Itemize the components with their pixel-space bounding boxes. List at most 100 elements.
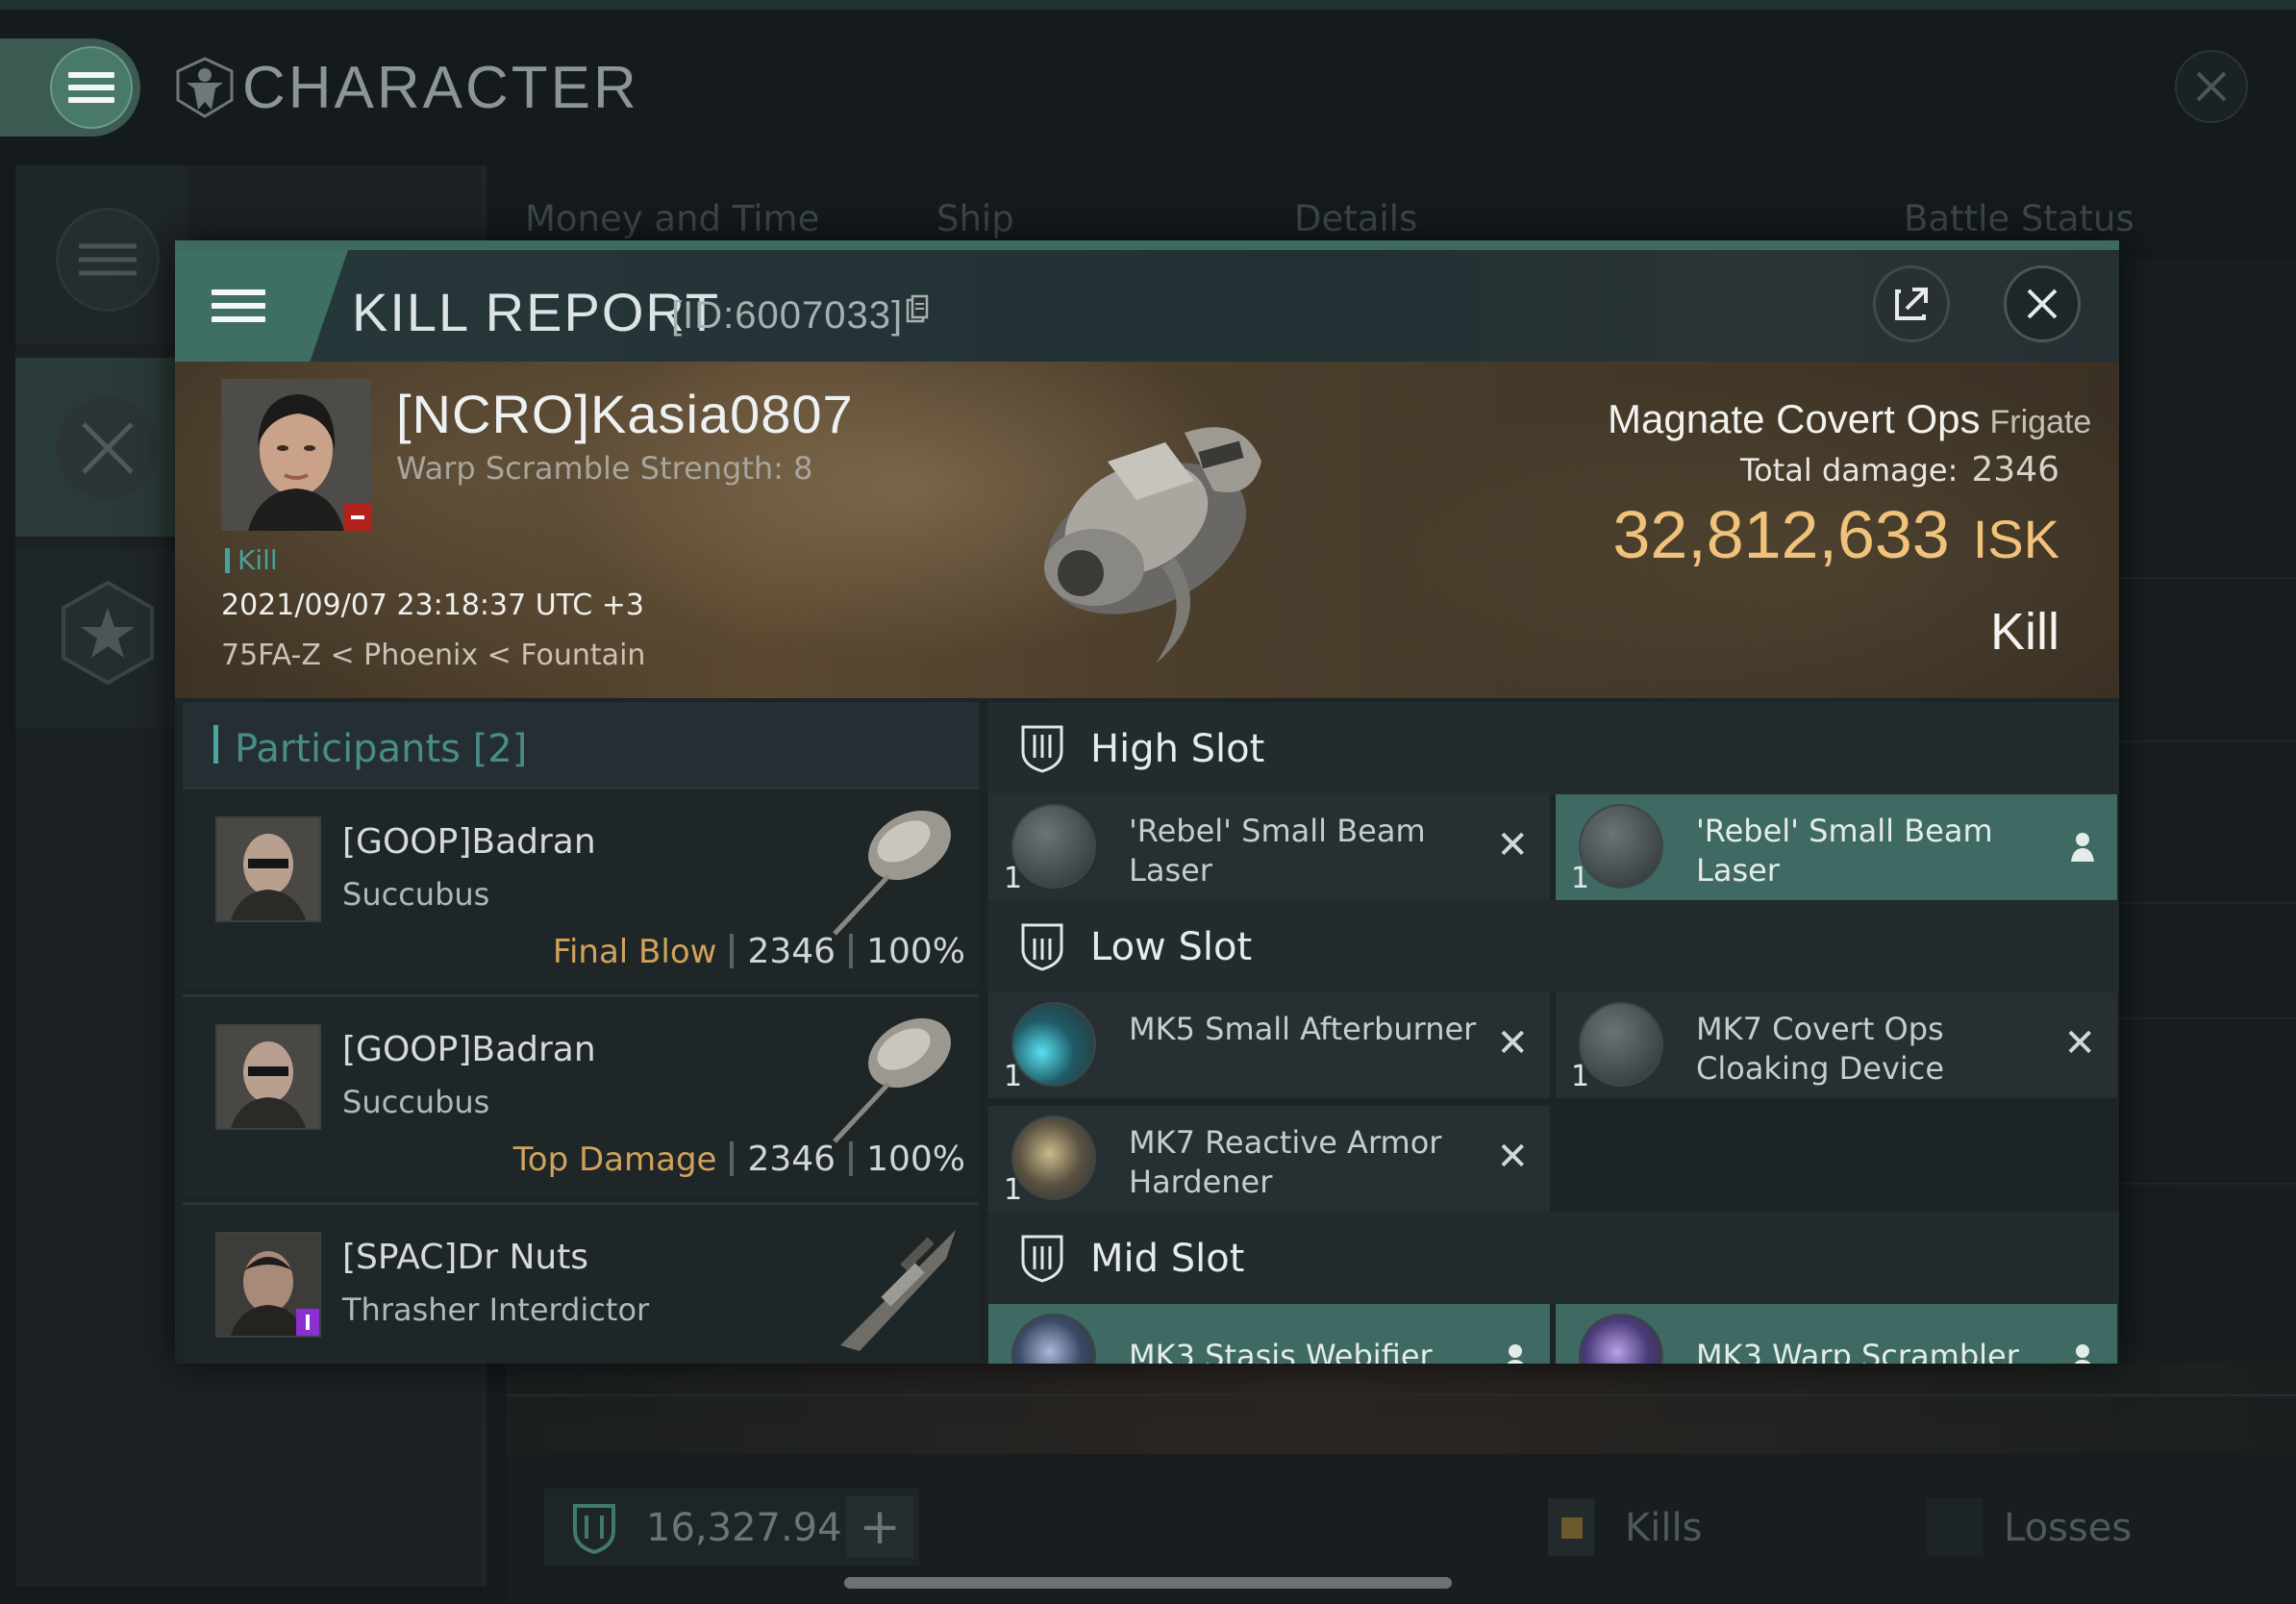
mid-slot-icon — [1021, 1235, 1063, 1283]
window-close-button[interactable] — [2175, 50, 2248, 123]
stasis-webifier-icon — [1011, 1314, 1096, 1364]
module-quantity: 1 — [1004, 862, 1023, 895]
background-ship-strip — [506, 1362, 2296, 1454]
module-row[interactable]: MK3 Warp Scrambler — [1556, 1304, 2117, 1364]
module-row[interactable]: 1 'Rebel' Small Beam Laser ✕ — [988, 794, 1550, 900]
module-name: 'Rebel' Small Beam Laser — [1696, 813, 1993, 889]
low-slot-header: Low Slot — [988, 900, 2119, 992]
list-icon — [56, 208, 160, 312]
module-name: MK5 Small Afterburner — [1129, 1011, 1477, 1047]
kills-label: Kills — [1625, 1506, 1703, 1550]
participant-row[interactable]: [SPAC]Dr Nuts Thrasher Interdictor — [183, 1202, 979, 1364]
sidebar-item-menu[interactable] — [15, 165, 188, 344]
share-icon — [1895, 288, 1928, 320]
thrasher-ship-icon — [840, 1230, 956, 1351]
cloaking-device-icon — [1579, 1002, 1663, 1087]
horizontal-scrollbar[interactable] — [844, 1577, 1452, 1589]
crossed-swords-icon — [56, 396, 160, 500]
warp-scrambler-icon — [1579, 1314, 1663, 1364]
window-title: CHARACTER — [242, 55, 639, 121]
security-status-badge — [344, 504, 371, 531]
star-icon — [62, 580, 154, 686]
participant-portrait[interactable] — [215, 816, 321, 922]
kill-report-dialog: KILL REPORT [ID:6007033] [NCRO]Kasia0807… — [175, 240, 2119, 1364]
tab-details[interactable]: Details — [1294, 198, 1417, 239]
wallet-balance: 16,327.94 — [646, 1506, 842, 1550]
module-row[interactable]: MK3 Stasis Webifier — [988, 1304, 1550, 1364]
add-isk-button[interactable]: + — [846, 1496, 913, 1558]
dialog-close-button[interactable] — [2004, 265, 2081, 342]
kill-location[interactable]: 75FA-Z < Phoenix < Fountain — [221, 639, 645, 672]
kill-datetime: 2021/09/07 23:18:37 UTC +3 — [221, 589, 644, 622]
dialog-title: KILL REPORT — [352, 282, 721, 342]
participant-name: [GOOP]Badran — [342, 1030, 596, 1069]
participant-name: [SPAC]Dr Nuts — [342, 1238, 589, 1277]
main-menu-button[interactable] — [0, 38, 140, 137]
top-damage-tag: Top Damage — [512, 1140, 717, 1179]
tab-ship[interactable]: Ship — [936, 198, 1014, 239]
kills-checkbox[interactable] — [1548, 1498, 1594, 1556]
module-row[interactable]: 1 MK5 Small Afterburner ✕ — [988, 992, 1550, 1098]
dialog-accent-bar — [175, 240, 2119, 250]
participant-name: [GOOP]Badran — [342, 822, 596, 862]
sidebar-item-favorites[interactable] — [15, 550, 188, 729]
slot-label: High Slot — [1090, 727, 1265, 771]
tab-battle-status[interactable]: Battle Status — [1904, 198, 2134, 239]
victim-ship-image[interactable] — [973, 375, 1319, 683]
close-icon — [2196, 71, 2227, 102]
final-blow-tag: Final Blow — [552, 933, 717, 971]
module-name: MK3 Warp Scrambler — [1696, 1338, 2019, 1364]
afterburner-icon — [1011, 1002, 1096, 1087]
module-row[interactable]: 1 MK7 Covert Ops Cloaking Device ✕ — [1556, 992, 2117, 1098]
module-quantity: 1 — [1004, 1173, 1023, 1207]
warp-scramble-strength: Warp Scramble Strength: 8 — [396, 450, 813, 487]
result-label: Kill — [1989, 603, 2059, 661]
tab-money-and-time[interactable]: Money and Time — [525, 198, 819, 239]
footer-divider — [506, 1394, 2296, 1396]
module-name: 'Rebel' Small Beam Laser — [1129, 813, 1426, 889]
total-damage: Total damage: 2346 — [1739, 450, 2059, 489]
slot-label: Mid Slot — [1090, 1237, 1245, 1281]
module-name: MK7 Covert Ops Cloaking Device — [1696, 1011, 1945, 1087]
close-icon — [2027, 288, 2058, 319]
participants-label: Participants [2] — [235, 727, 528, 771]
sidebar-item-combat[interactable] — [15, 358, 188, 537]
mid-slot-header: Mid Slot — [988, 1212, 2119, 1304]
slot-label: Low Slot — [1090, 925, 1253, 969]
destroyed-icon: ✕ — [1496, 1135, 1529, 1179]
victim-name[interactable]: [NCRO]Kasia0807 — [396, 383, 854, 445]
high-slot-header: High Slot — [988, 702, 2119, 794]
participant-portrait[interactable] — [215, 1232, 321, 1338]
security-status-badge — [296, 1309, 319, 1336]
isk-icon — [573, 1504, 615, 1554]
participant-ship: Succubus — [342, 876, 490, 913]
ship-class: Frigate — [1989, 404, 2092, 440]
armor-hardener-icon — [1011, 1115, 1096, 1200]
laser-icon — [1011, 804, 1096, 889]
participant-portrait[interactable] — [215, 1024, 321, 1130]
losses-checkbox[interactable] — [1927, 1498, 1983, 1556]
character-icon — [176, 57, 234, 118]
menu-icon — [50, 46, 133, 129]
laser-icon — [1579, 804, 1663, 889]
module-row[interactable]: 1 MK7 Reactive Armor Hardener ✕ — [988, 1106, 1550, 1212]
victim-ship-name[interactable]: Magnate Covert Ops Frigate — [1608, 396, 2091, 442]
victim-portrait[interactable] — [221, 379, 371, 531]
module-quantity: 1 — [1571, 1060, 1590, 1093]
copy-icon[interactable] — [906, 294, 929, 325]
participant-row[interactable]: [GOOP]Badran Succubus Top Damage 2346 100% — [183, 994, 979, 1195]
module-quantity: 1 — [1571, 862, 1590, 895]
module-name: MK7 Reactive Armor Hardener — [1129, 1124, 1442, 1200]
losses-label: Losses — [2004, 1506, 2133, 1550]
module-row[interactable]: 1 'Rebel' Small Beam Laser — [1556, 794, 2117, 900]
succubus-ship-icon — [833, 1017, 951, 1143]
share-button[interactable] — [1873, 265, 1950, 342]
low-slot-icon — [1021, 923, 1063, 971]
participant-ship: Succubus — [342, 1084, 490, 1120]
dropped-person-icon — [2071, 833, 2094, 862]
participant-stats: Top Damage 2346 100% — [512, 1140, 965, 1179]
succubus-ship-icon — [833, 810, 951, 936]
kill-id: [ID:6007033] — [671, 294, 904, 337]
participant-row[interactable]: [GOOP]Badran Succubus Final Blow 2346 100% — [183, 787, 979, 988]
destroyed-icon: ✕ — [2063, 1021, 2096, 1065]
